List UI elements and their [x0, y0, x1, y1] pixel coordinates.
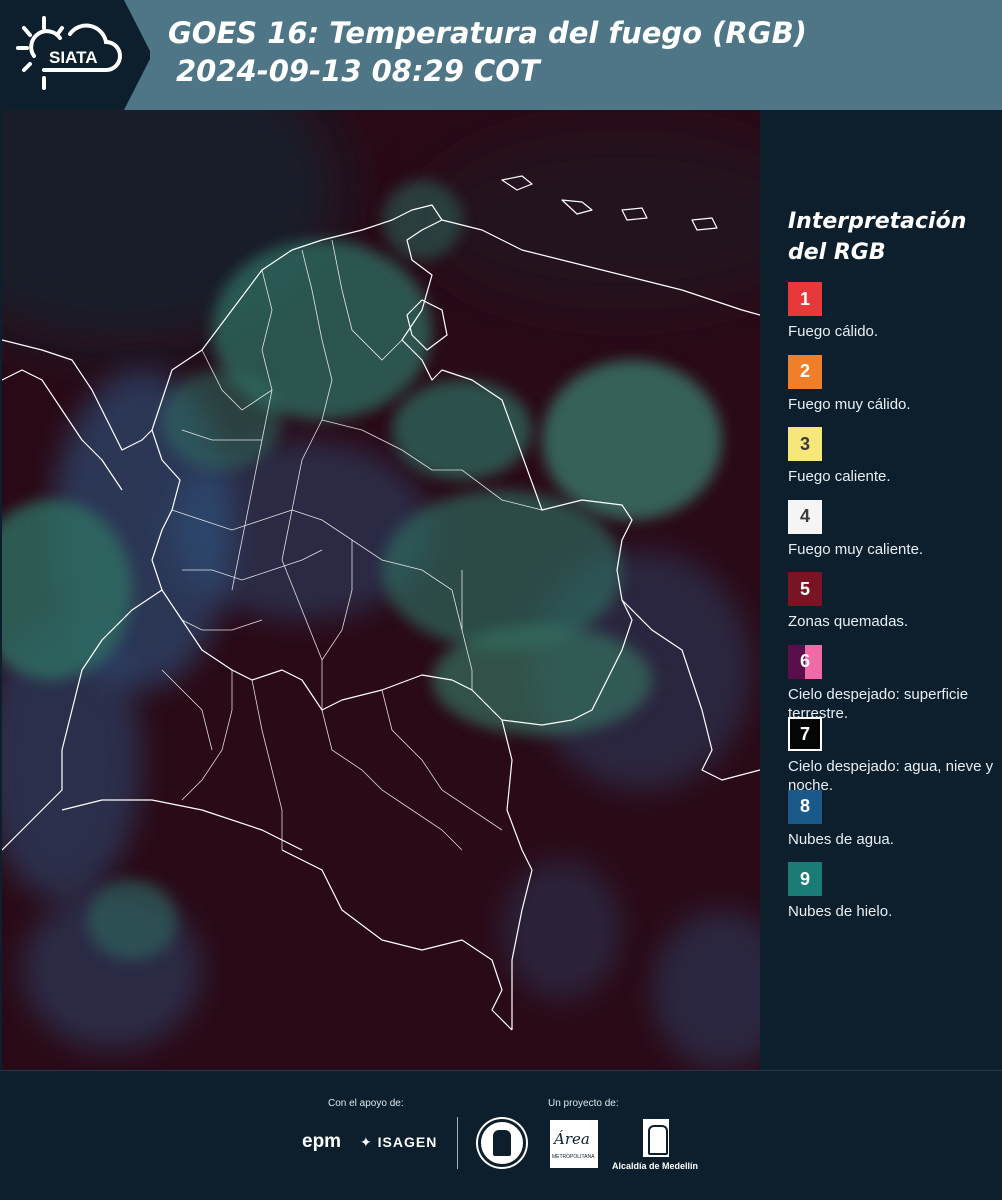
- sun-cloud-icon: SIATA: [16, 16, 122, 90]
- legend-number: 3: [799, 433, 810, 454]
- legend-item-2: 2 Fuego muy cálido.: [788, 354, 998, 414]
- ice-cloud: [87, 880, 177, 960]
- ice-cloud: [162, 370, 282, 470]
- isagen-logo: ✦ ISAGEN: [360, 1134, 438, 1150]
- legend-swatch: 1: [788, 282, 822, 316]
- area-logo-text: Área: [554, 1130, 590, 1148]
- legend-number: 4: [799, 506, 810, 526]
- page-title: GOES 16: Temperatura del fuego (RGB) 202…: [168, 14, 807, 90]
- legend-swatch: 3: [788, 427, 822, 461]
- footer-divider: [457, 1117, 458, 1169]
- legend-swatch: 9: [788, 862, 822, 896]
- legend-number: 5: [799, 578, 810, 599]
- legend-label: Nubes de hielo.: [788, 903, 893, 920]
- legend-label: Fuego cálido.: [788, 323, 879, 340]
- legend-item-8: 8 Nubes de agua.: [788, 789, 998, 849]
- title-line-1: GOES 16: Temperatura del fuego (RGB): [168, 16, 807, 50]
- siata-logo: SIATA: [0, 0, 150, 110]
- legend-panel: Interpretación del RGB 1 Fuego cálido. 2 Fu…: [762, 110, 1002, 1070]
- legend-number: 1: [799, 288, 810, 309]
- footer: Con el apoyo de: epm ✦ ISAGEN Un proyect…: [0, 1070, 1002, 1200]
- ice-cloud: [392, 380, 532, 480]
- project-label: Un proyecto de:: [548, 1098, 619, 1109]
- satellite-map: [2, 110, 760, 1070]
- legend-number: 7: [799, 723, 810, 744]
- legend-label: Nubes de agua.: [788, 830, 894, 848]
- legend-number: 9: [799, 868, 810, 889]
- legend-swatch: 2: [788, 354, 822, 389]
- legend-label: Zonas quemadas.: [788, 613, 909, 630]
- legend-number: 6: [799, 651, 810, 671]
- legend-item-3: 3 Fuego caliente.: [788, 427, 998, 486]
- legend-swatch: 6: [788, 644, 822, 679]
- legend-label: Fuego caliente.: [788, 468, 891, 485]
- legend-swatch: 5: [788, 572, 822, 606]
- legend-number: 2: [799, 361, 810, 381]
- support-label: Con el apoyo de:: [328, 1098, 404, 1109]
- legend-item-5: 5 Zonas quemadas.: [788, 572, 998, 631]
- legend-swatch: 4: [788, 499, 822, 534]
- ice-cloud: [542, 360, 722, 520]
- ice-cloud: [382, 490, 622, 650]
- legend-item-1: 1 Fuego cálido.: [788, 282, 998, 341]
- area-logo-sub: METROPOLITANA: [552, 1154, 595, 1160]
- alcaldia-shield-icon: [643, 1119, 669, 1157]
- legend-item-7: 7 Cielo despejado: agua, nieve y noche.: [788, 717, 998, 795]
- isagen-text: ISAGEN: [377, 1134, 438, 1150]
- legend-item-9: 9 Nubes de hielo.: [788, 862, 998, 921]
- header: SIATA GOES 16: Temperatura del fuego (RG…: [0, 0, 1002, 110]
- legend-label: Fuego muy caliente.: [788, 540, 924, 558]
- legend-label: Fuego muy cálido.: [788, 395, 911, 413]
- map-image: [2, 110, 760, 1070]
- legend-item-6: 6 Cielo despejado: superficie terrestre.: [788, 644, 998, 723]
- alcaldia-label: Alcaldía de Medellín: [612, 1161, 699, 1171]
- legend-title: Interpretación del RGB: [788, 209, 967, 265]
- water-cloud: [502, 860, 622, 1000]
- university-seal-icon: [478, 1119, 526, 1167]
- legend-number: 8: [799, 796, 810, 816]
- legend-item-4: 4 Fuego muy caliente.: [788, 499, 998, 559]
- legend-swatch: 7: [788, 717, 822, 751]
- epm-logo: epm: [302, 1131, 342, 1152]
- ice-cloud: [382, 180, 462, 260]
- title-line-2: 2024-09-13 08:29 COT: [176, 54, 540, 88]
- legend-swatch: 8: [788, 789, 822, 824]
- logo-text: SIATA: [49, 48, 97, 67]
- area-metropolitana-logo: Área METROPOLITANA: [550, 1120, 598, 1168]
